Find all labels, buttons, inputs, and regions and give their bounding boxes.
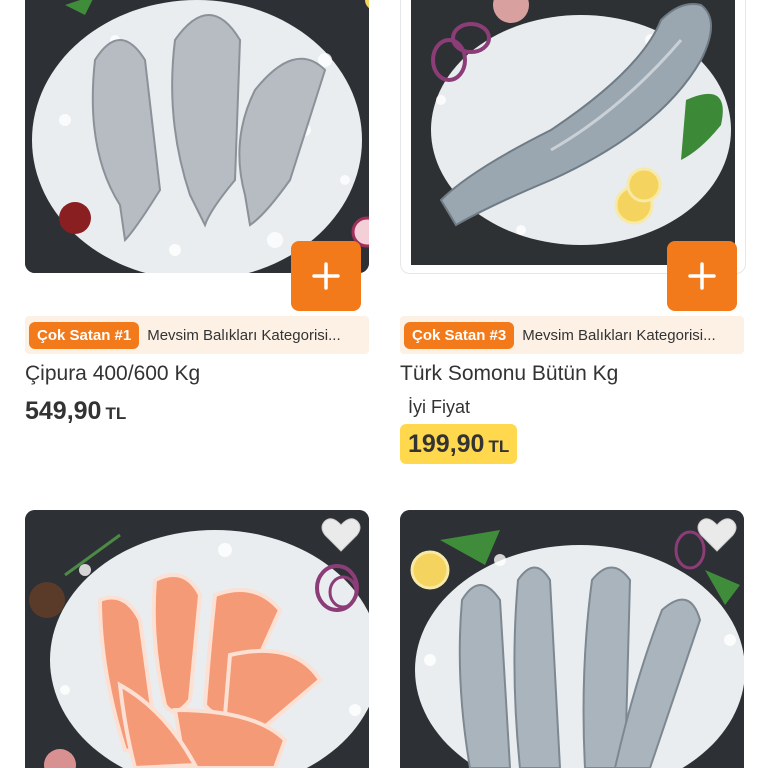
add-to-cart-button[interactable] [667,241,737,311]
product-title[interactable]: Çipura 400/600 Kg [25,362,200,386]
favorite-button[interactable] [319,513,363,557]
currency-label: TL [488,437,510,456]
deal-label: İyi Fiyat [408,397,471,417]
product-image-salmon-steak[interactable] [25,510,369,768]
heart-icon [697,518,737,552]
heart-icon [321,518,361,552]
product-price: 199,90 TL [400,424,518,464]
add-to-cart-button[interactable] [291,241,361,311]
favorite-button[interactable] [695,513,739,557]
plus-icon [688,262,716,290]
product-price: 549,90 TL [25,397,126,426]
price-value: 199,90 [408,430,485,458]
currency-label: TL [105,404,127,423]
category-link[interactable]: Mevsim Balıkları Kategorisi... [522,327,736,344]
price-value: 549,90 [25,397,102,425]
product-title[interactable]: Türk Somonu Bütün Kg [400,362,618,386]
best-seller-badge: Çok Satan #3 [404,321,515,349]
best-seller-row[interactable]: Çok Satan #1 Mevsim Balıkları Kategorisi… [25,316,369,354]
product-image-cipura[interactable] [25,0,369,273]
category-link[interactable]: Mevsim Balıkları Kategorisi... [147,327,361,344]
best-seller-badge: Çok Satan #1 [29,321,140,349]
best-seller-row[interactable]: Çok Satan #3 Mevsim Balıkları Kategorisi… [400,316,744,354]
plus-icon [312,262,340,290]
product-image-levrek[interactable] [400,510,744,768]
product-image-somon[interactable] [400,0,746,274]
